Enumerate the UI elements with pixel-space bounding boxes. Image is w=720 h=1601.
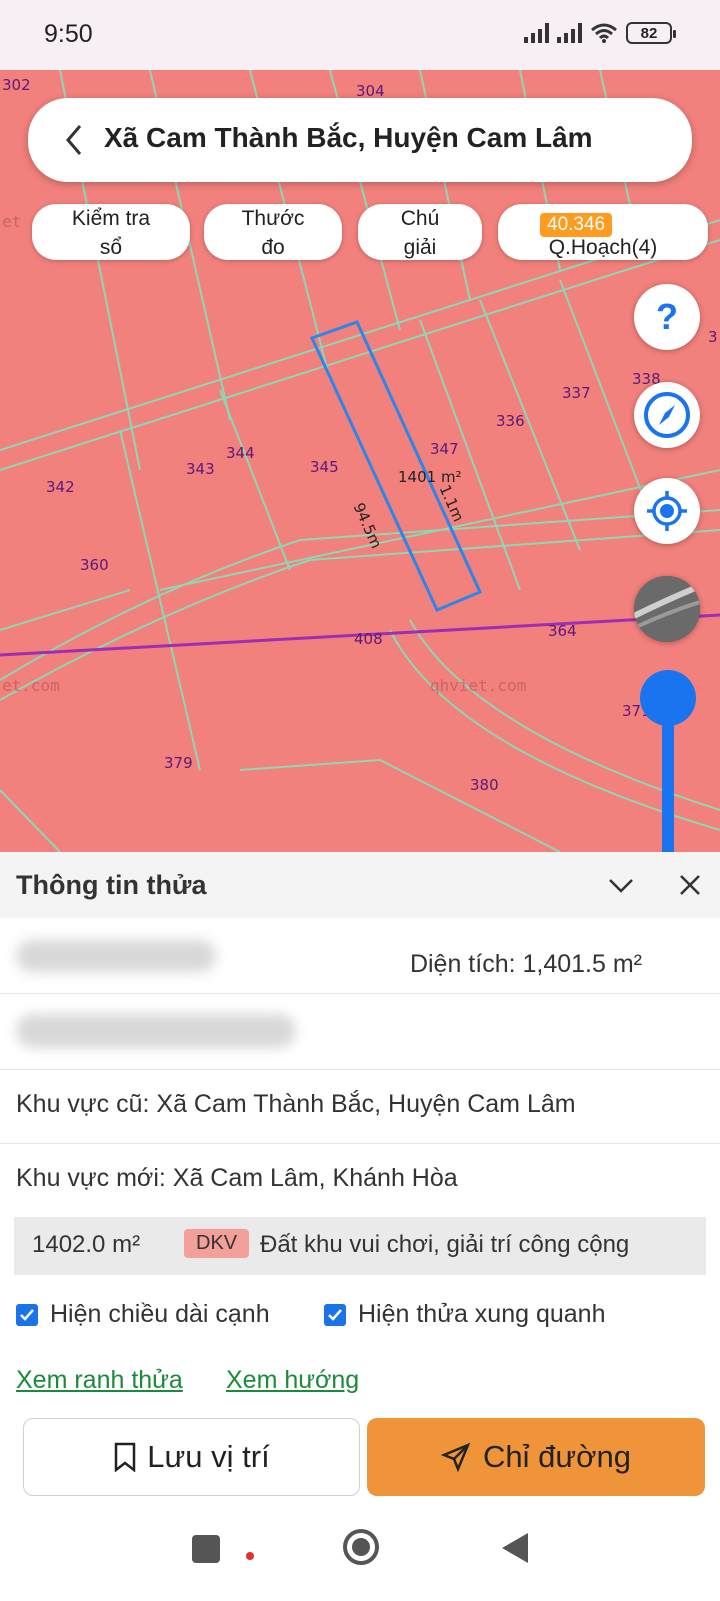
planning-badge: 40.346 bbox=[540, 213, 613, 237]
panel-header: Thông tin thửa bbox=[0, 852, 720, 918]
status-time: 9:50 bbox=[44, 20, 93, 48]
wifi-icon bbox=[591, 23, 617, 43]
compass-icon bbox=[644, 392, 690, 438]
parcel-label: 347 bbox=[430, 440, 459, 458]
parcel-label: 379 bbox=[164, 754, 193, 772]
chip-label: giải bbox=[403, 236, 437, 259]
home-icon[interactable] bbox=[341, 1527, 381, 1567]
old-region-text: Khu vực cũ: Xã Cam Thành Bắc, Huyện Cam … bbox=[16, 1090, 576, 1118]
svg-text:?: ? bbox=[656, 298, 678, 336]
area-text: Diện tích: 1,401.5 m² bbox=[409, 950, 642, 978]
watermark: et bbox=[2, 212, 22, 231]
question-icon: ? bbox=[656, 298, 678, 336]
redacted-text bbox=[16, 1014, 296, 1048]
redacted-text bbox=[16, 940, 216, 972]
my-location-button[interactable] bbox=[634, 478, 700, 544]
directions-button[interactable]: Chỉ đường bbox=[367, 1418, 705, 1496]
show-neighbors-checkbox[interactable]: Hiện thửa xung quanh bbox=[324, 1300, 605, 1329]
new-region-text: Khu vực mới: Xã Cam Lâm, Khánh Hòa bbox=[16, 1164, 458, 1192]
parcel-lines bbox=[0, 70, 720, 852]
locate-icon bbox=[647, 491, 687, 531]
satellite-layer-icon bbox=[634, 576, 700, 642]
land-use-name: Đất khu vui chơi, giải trí công cộng bbox=[260, 1231, 630, 1258]
battery-icon: 82 bbox=[626, 22, 676, 44]
show-edge-length-checkbox[interactable]: Hiện chiều dài cạnh bbox=[16, 1300, 270, 1329]
chip-label: Chú bbox=[400, 207, 440, 230]
parcel-label: 336 bbox=[496, 412, 525, 430]
parcel-label: 364 bbox=[548, 622, 577, 640]
save-location-button[interactable]: Lưu vị trí bbox=[23, 1418, 360, 1496]
chip-label: Kiểm tra bbox=[71, 207, 151, 230]
parcel-label: 302 bbox=[2, 76, 31, 94]
back-arrow-icon[interactable] bbox=[60, 122, 88, 158]
parcel-label: 344 bbox=[226, 444, 255, 462]
watermark: et.com bbox=[2, 676, 60, 695]
chip-label: Q.Hoạch(4) bbox=[548, 236, 658, 259]
land-use-row[interactable]: 1402.0 m² DKV Đất khu vui chơi, giải trí… bbox=[14, 1217, 706, 1275]
parcel-label: 343 bbox=[186, 460, 215, 478]
view-direction-link[interactable]: Xem hướng bbox=[226, 1366, 359, 1395]
status-icons: 82 bbox=[524, 22, 676, 44]
check-book-chip[interactable]: Kiểm tra sổ bbox=[32, 204, 190, 260]
chevron-down-icon[interactable] bbox=[606, 870, 636, 900]
compass-button[interactable] bbox=[634, 382, 700, 448]
satellite-layer-button[interactable] bbox=[634, 576, 700, 642]
panel-title: Thông tin thửa bbox=[16, 870, 207, 900]
ruler-chip[interactable]: Thước đo bbox=[204, 204, 342, 260]
opacity-slider-knob[interactable] bbox=[640, 670, 696, 726]
recents-icon[interactable] bbox=[192, 1535, 220, 1563]
redacted-row bbox=[0, 994, 720, 1070]
land-use-area: 1402.0 m² bbox=[32, 1231, 141, 1258]
help-button[interactable]: ? bbox=[634, 284, 700, 350]
directions-label: Chỉ đường bbox=[483, 1439, 631, 1474]
parcel-label: 3 bbox=[708, 328, 718, 346]
indicator-dot bbox=[246, 1552, 254, 1560]
owner-row: Diện tích: 1,401.5 m² bbox=[0, 918, 720, 994]
signal-icon-2 bbox=[557, 23, 582, 43]
chip-label: Thước bbox=[241, 207, 305, 230]
checkbox-label: Hiện thửa xung quanh bbox=[358, 1300, 606, 1328]
land-use-code-badge: DKV bbox=[184, 1229, 250, 1258]
watermark: qhviet.com bbox=[430, 676, 527, 695]
chip-label: sổ bbox=[99, 236, 123, 259]
new-region-row: Khu vực mới: Xã Cam Lâm, Khánh Hòa bbox=[0, 1144, 720, 1218]
system-nav-bar bbox=[0, 1505, 720, 1601]
parcel-info-panel: Thông tin thửa Diện tích: 1,401.5 m² Khu… bbox=[0, 852, 720, 1601]
legend-chip[interactable]: Chú giải bbox=[358, 204, 482, 260]
checkbox-checked-icon[interactable] bbox=[324, 1303, 346, 1326]
signal-icon bbox=[524, 23, 549, 43]
parcel-label: 408 bbox=[354, 630, 383, 648]
parcel-label: 380 bbox=[470, 776, 499, 794]
close-icon[interactable] bbox=[675, 870, 705, 900]
parcel-label: 342 bbox=[46, 478, 75, 496]
location-header[interactable]: Xã Cam Thành Bắc, Huyện Cam Lâm bbox=[28, 98, 692, 182]
old-region-row: Khu vực cũ: Xã Cam Thành Bắc, Huyện Cam … bbox=[0, 1070, 720, 1144]
parcel-label: 337 bbox=[562, 384, 591, 402]
parcel-label: 345 bbox=[310, 458, 339, 476]
checkbox-label: Hiện chiều dài cạnh bbox=[50, 1300, 270, 1328]
bookmark-icon bbox=[115, 1442, 136, 1472]
status-bar: 9:50 82 bbox=[0, 0, 720, 70]
view-boundary-link[interactable]: Xem ranh thửa bbox=[16, 1366, 183, 1395]
location-title: Xã Cam Thành Bắc, Huyện Cam Lâm bbox=[104, 122, 593, 153]
parcel-label: 360 bbox=[80, 556, 109, 574]
chip-label: đo bbox=[261, 236, 285, 259]
checkbox-checked-icon[interactable] bbox=[16, 1303, 38, 1326]
map-view[interactable]: 302 304 337 338 336 347 344 343 345 342 … bbox=[0, 70, 720, 852]
save-location-label: Lưu vị trí bbox=[147, 1439, 270, 1474]
send-arrow-icon bbox=[441, 1442, 471, 1472]
back-icon[interactable] bbox=[500, 1531, 530, 1565]
